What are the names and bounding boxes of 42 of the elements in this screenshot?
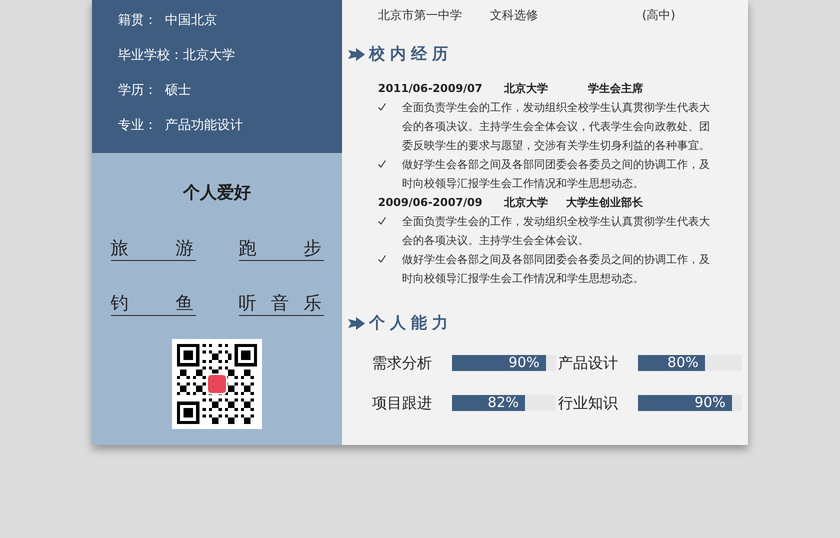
school-level: (高中) xyxy=(642,7,676,24)
hobby-item: 旅游 xyxy=(110,238,196,261)
hobby-item: 钓鱼 xyxy=(110,293,196,316)
hobby-title: 个人爱好 xyxy=(183,182,251,205)
entry-description: 做好学生会各部之间及各部同团委会各委员之间的协调工作，及时向校领导汇报学生会工作情况和学生思想动态。 xyxy=(402,157,711,192)
skill-name: 项目跟进 xyxy=(372,393,433,414)
check-icon xyxy=(378,103,386,111)
entry-description: 全面负责学生会的工作，发动组织全校学生认真贯彻学生代表大会的各项决议。主持学生会全体会议，代表学生会向政教处、团委反映学生的要求与愿望，交涉有关学生切身利益的各种事宜。 xyxy=(402,100,711,154)
entry-period: 2009/06-2007/09 xyxy=(378,195,484,211)
profile-value: 中国北京 xyxy=(165,12,217,30)
arrow-icon xyxy=(348,316,365,330)
hobby-item: 听音乐 xyxy=(238,293,324,316)
profile-label: 学历： xyxy=(118,82,158,100)
profile-label: 毕业学校： xyxy=(118,47,183,65)
skill-name: 需求分析 xyxy=(372,353,433,374)
profile-label: 籍贯： xyxy=(118,12,158,30)
skill-percent: 82% xyxy=(488,395,519,411)
section-title: 校内经历 xyxy=(369,43,453,65)
entry-role: 大学生创业部长 xyxy=(566,195,643,211)
entry-role: 学生会主席 xyxy=(588,81,643,97)
skill-name: 产品设计 xyxy=(558,353,619,374)
skill-percent: 90% xyxy=(508,355,540,371)
school-major: 文科选修 xyxy=(490,7,539,24)
entry-organization: 北京大学 xyxy=(504,81,549,97)
school-name: 北京市第一中学 xyxy=(378,7,463,24)
profile-value: 硕士 xyxy=(165,82,191,100)
entry-description: 全面负责学生会的工作，发动组织全校学生认真贯彻学生代表大会的各项决议。主持学生会全体会议。 xyxy=(402,214,711,249)
hobby-item: 跑步 xyxy=(238,238,324,261)
skill-name: 行业知识 xyxy=(558,393,619,414)
check-icon xyxy=(378,160,386,168)
skill-percent: 90% xyxy=(694,395,726,411)
entry-period: 2011/06-2009/07 xyxy=(378,81,484,97)
entry-description: 做好学生会各部之间及各部同团委会各委员之间的协调工作，及时向校领导汇报学生会工作情况和学生思想动态。 xyxy=(402,252,711,287)
profile-label: 专业： xyxy=(118,117,158,135)
check-icon xyxy=(378,255,386,263)
skill-percent: 80% xyxy=(667,355,699,371)
entry-organization: 北京大学 xyxy=(504,195,549,211)
section-title: 个人能力 xyxy=(369,312,453,334)
arrow-icon xyxy=(348,48,365,60)
profile-value: 北京大学 xyxy=(183,47,235,65)
profile-value: 产品功能设计 xyxy=(165,117,243,135)
check-icon xyxy=(378,217,386,225)
